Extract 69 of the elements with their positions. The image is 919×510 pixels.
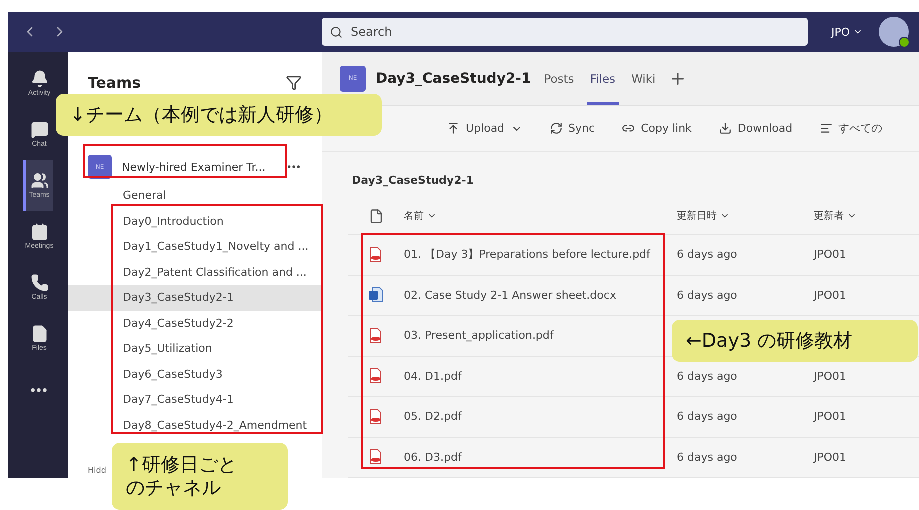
channel-item[interactable]: Day2_Patent Classification and ... <box>68 260 322 285</box>
channel-item[interactable]: Day7_CaseStudy4-1 <box>68 387 322 412</box>
column-header[interactable]: 更新者 <box>814 209 857 223</box>
toolbar-button[interactable]: Sync <box>550 122 596 135</box>
team-name[interactable]: Newly-hired Examiner Tr... <box>122 160 276 174</box>
file-name[interactable]: 06. D3.pdf <box>404 450 462 464</box>
channel-item[interactable]: General <box>68 183 322 208</box>
toolbar-button[interactable]: すべての <box>820 121 883 136</box>
channel-title: Day3_CaseStudy2-1 <box>376 70 532 86</box>
channel-tab[interactable]: Wiki <box>628 52 659 105</box>
account-menu[interactable]: JPO <box>825 24 869 40</box>
file-type-icon <box>368 208 384 224</box>
teams-icon <box>30 172 48 190</box>
search-input[interactable]: Search <box>349 24 553 40</box>
pdf-file-icon <box>369 408 383 425</box>
annotation-note: ↑研修日ごとのチャネル <box>112 443 288 510</box>
column-header[interactable]: 名前 <box>404 209 437 223</box>
word-file-icon <box>368 287 384 304</box>
channel-tab[interactable]: Files <box>587 52 619 105</box>
modified-by-cell: JPO01 <box>814 248 847 262</box>
channel-item[interactable]: Day4_CaseStudy2-2 <box>68 310 322 336</box>
file-name[interactable]: 01. 【Day 3】Preparations before lecture.pdf <box>404 247 650 262</box>
modified-cell: 6 days ago <box>677 288 738 302</box>
search-field[interactable]: Search <box>322 18 808 46</box>
modified-cell: 6 days ago <box>677 450 738 464</box>
calendar-icon <box>30 223 48 241</box>
modified-by-cell: JPO01 <box>814 450 847 464</box>
channel-item[interactable]: Day1_CaseStudy1_Novelty and ... <box>68 234 322 260</box>
filter-icon[interactable] <box>286 75 302 91</box>
hidden-teams-label[interactable]: Hidd <box>68 466 106 475</box>
breadcrumb: Day3_CaseStudy2-1 <box>351 173 475 189</box>
channel-item[interactable]: Day3_CaseStudy2-1 <box>68 285 322 310</box>
toolbar-button[interactable]: Copy link <box>622 122 692 135</box>
toolbar-button[interactable]: Upload <box>447 122 523 135</box>
pdf-file-icon <box>369 368 383 384</box>
channel-item[interactable]: Day5_Utilization <box>68 336 322 362</box>
channel-item[interactable]: Day6_CaseStudy3 <box>68 362 322 387</box>
bell-icon <box>30 70 48 88</box>
modified-by-cell: JPO01 <box>814 370 847 383</box>
view-icon <box>820 122 833 135</box>
modified-by-cell: JPO01 <box>814 288 847 302</box>
sidebar-title: Teams <box>88 74 142 92</box>
channel-tab[interactable]: Posts <box>541 52 578 105</box>
channel-item[interactable]: Day0_Introduction <box>68 208 322 234</box>
annotation-note: ↓チーム（本例では新人研修） <box>56 94 382 136</box>
annotation-note: ←Day3 の研修教材 <box>672 320 918 362</box>
upload-icon <box>447 122 460 135</box>
search-icon <box>330 26 343 38</box>
modified-cell: 6 days ago <box>677 410 738 424</box>
modified-by-cell: JPO01 <box>814 410 847 424</box>
chat-icon <box>30 121 48 139</box>
download-icon <box>718 122 732 135</box>
file-name[interactable]: 05. D2.pdf <box>404 410 462 424</box>
file-name[interactable]: 02. Case Study 2-1 Answer sheet.docx <box>404 288 616 302</box>
user-avatar[interactable] <box>879 17 909 47</box>
rail-item[interactable]: ••• <box>23 364 53 415</box>
toolbar-button[interactable]: Download <box>718 122 793 135</box>
modified-cell: 6 days ago <box>677 370 738 383</box>
pdf-file-icon <box>369 328 383 344</box>
modified-cell: 6 days ago <box>677 248 738 262</box>
file-name[interactable]: 04. D1.pdf <box>404 370 462 383</box>
sync-icon <box>550 122 563 135</box>
pdf-file-icon <box>369 449 383 466</box>
pdf-file-icon <box>369 246 383 263</box>
file-name[interactable]: 03. Present_application.pdf <box>404 329 554 342</box>
file-icon <box>30 325 48 343</box>
column-header[interactable]: 更新日時 <box>677 209 730 223</box>
channel-item[interactable]: Day8_CaseStudy4-2_Amendment <box>68 412 322 438</box>
phone-icon <box>30 274 48 292</box>
